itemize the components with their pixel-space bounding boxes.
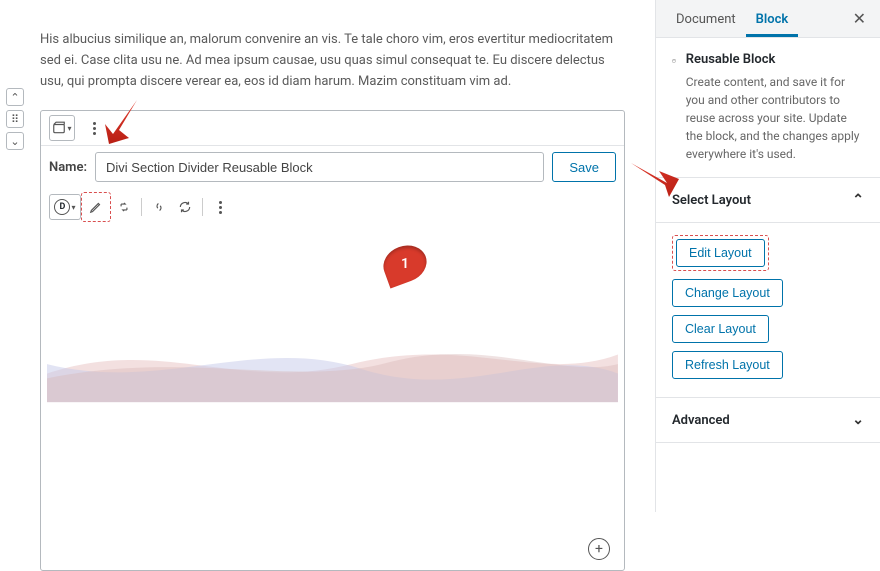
lorem-text: His albucius similique an, malorum conve… [40, 30, 625, 92]
panel-description: Create content, and save it for you and … [686, 73, 864, 163]
advanced-title: Advanced [672, 413, 730, 428]
convert-icon[interactable] [111, 194, 137, 220]
edit-highlight [81, 192, 111, 222]
tab-block[interactable]: Block [746, 0, 799, 37]
edit-layout-button[interactable]: Edit Layout [676, 239, 765, 267]
close-icon[interactable]: ✕ [849, 5, 870, 32]
more-vertical-icon[interactable] [207, 194, 233, 220]
change-layout-button[interactable]: Change Layout [672, 279, 783, 307]
divi-icon[interactable]: D▾ [49, 194, 81, 220]
block-canvas[interactable]: + [41, 226, 624, 556]
refresh-layout-button[interactable]: Refresh Layout [672, 351, 783, 379]
block-top-toolbar: ▾ [41, 111, 624, 146]
panel-title: Reusable Block [686, 52, 864, 67]
settings-sidebar: Document Block ✕ Reusable Block Create c… [655, 0, 880, 512]
chevron-up-icon: ⌃ [852, 192, 864, 208]
more-options-icon[interactable] [81, 115, 107, 141]
edit-layout-highlight: Edit Layout [672, 235, 769, 271]
section-select-layout[interactable]: Select Layout ⌃ [656, 178, 880, 223]
move-up-icon[interactable]: ⌃ [6, 88, 24, 106]
sidebar-tabs: Document Block ✕ [656, 0, 880, 38]
move-down-icon[interactable]: ⌄ [6, 132, 24, 150]
wave-divider [47, 326, 618, 406]
name-row: Name: Save [41, 146, 624, 188]
tab-document[interactable]: Document [666, 0, 746, 37]
layout-buttons: Edit Layout Change Layout Clear Layout R… [656, 223, 880, 398]
unlink-icon[interactable] [146, 194, 172, 220]
save-button[interactable]: Save [552, 152, 616, 182]
add-block-icon[interactable]: + [588, 538, 610, 560]
chevron-down-icon: ⌄ [852, 412, 864, 428]
section-advanced[interactable]: Advanced ⌄ [656, 398, 880, 443]
pencil-icon[interactable] [83, 194, 109, 220]
side-tools: ⌃ ⠿ ⌄ [6, 88, 24, 150]
clear-layout-button[interactable]: Clear Layout [672, 315, 769, 343]
reusable-block-frame: ▾ Name: Save D▾ [40, 110, 625, 571]
block-type-icon[interactable]: ▾ [49, 115, 75, 141]
name-label: Name: [49, 160, 87, 175]
panel-reusable-block: Reusable Block Create content, and save … [656, 38, 880, 178]
reusable-block-icon [672, 53, 676, 69]
inline-toolbar: D▾ [41, 188, 624, 226]
block-name-input[interactable] [95, 152, 544, 182]
drag-handle-icon[interactable]: ⠿ [6, 110, 24, 128]
select-layout-title: Select Layout [672, 193, 751, 208]
refresh-icon[interactable] [172, 194, 198, 220]
